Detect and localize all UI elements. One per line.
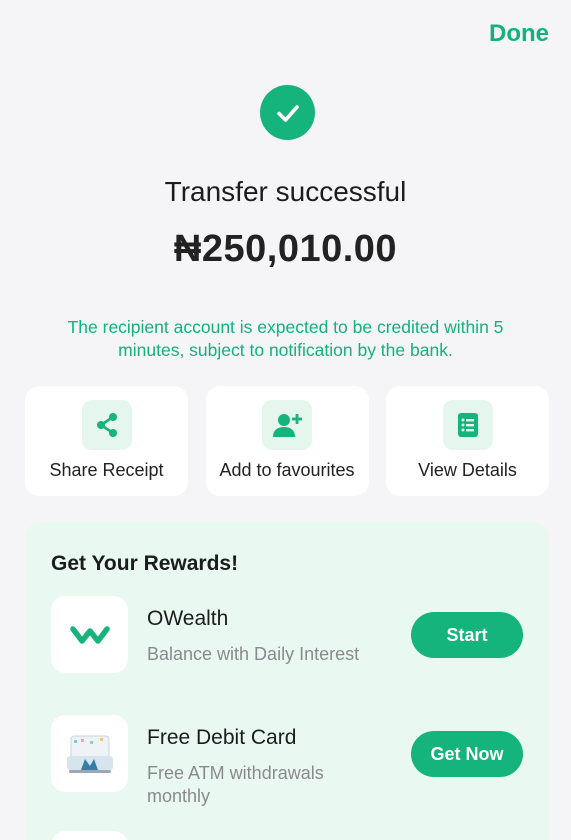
page-title: Transfer successful (164, 176, 407, 207)
transfer-amount: ₦250,010.00 (173, 228, 398, 270)
share-receipt-label: Share Receipt (49, 460, 164, 480)
view-details-label: View Details (418, 460, 517, 480)
rewards-panel: Get Your Rewards! OWealth Balance with D… (25, 521, 549, 840)
view-details-button[interactable]: View Details (386, 386, 549, 496)
add-to-favourites-label: Add to favourites (219, 460, 355, 480)
reward-title: Free Debit Card (147, 726, 297, 749)
share-icon (81, 400, 132, 450)
action-cards: Share Receipt Add to favourites View Det… (25, 386, 549, 496)
reward-item-partial (51, 831, 128, 840)
success-check-icon (260, 85, 315, 140)
reward-subtitle: Balance with Daily Interest (147, 644, 360, 664)
credit-notice: The recipient account is expected to be … (67, 317, 504, 360)
list-icon (442, 400, 493, 450)
done-button[interactable]: Done (489, 20, 549, 48)
add-to-favourites-button[interactable]: Add to favourites (205, 386, 369, 496)
owealth-logo-icon (51, 596, 128, 673)
rewards-title: Get Your Rewards! (51, 552, 239, 575)
reward-subtitle: Free ATM withdrawals monthly (147, 763, 324, 806)
reward-item-owealth: OWealth Balance with Daily Interest Star… (51, 596, 523, 674)
start-button[interactable]: Start (411, 612, 523, 658)
get-now-button[interactable]: Get Now (411, 731, 523, 777)
share-receipt-button[interactable]: Share Receipt (25, 386, 188, 496)
reward-title: OWealth (147, 607, 229, 630)
reward-item-debit-card: Free Debit Card Free ATM withdrawals mon… (51, 715, 523, 806)
debit-card-icon (51, 715, 128, 792)
add-user-icon (262, 400, 312, 450)
